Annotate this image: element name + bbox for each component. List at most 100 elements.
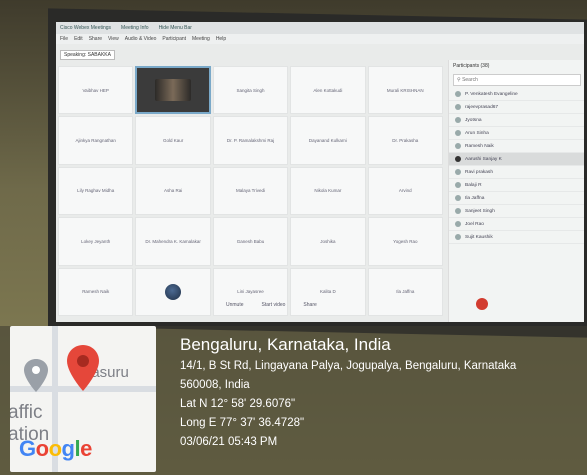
video-tile[interactable]: Vaibhav HEP bbox=[58, 66, 134, 115]
tile-name: Gold Kaur bbox=[162, 138, 184, 144]
share-button[interactable]: Share bbox=[303, 302, 316, 308]
participant-avatar-icon bbox=[455, 234, 461, 240]
participant-avatar-icon bbox=[455, 182, 461, 188]
video-tile[interactable]: Asha Rai bbox=[135, 166, 211, 216]
map-label-traffic: affic bbox=[10, 402, 43, 423]
address-line-2: 560008, India bbox=[180, 379, 250, 391]
participant-row[interactable]: rajeevprasad67 bbox=[449, 101, 584, 114]
participant-row[interactable]: Sujit Kaushik bbox=[449, 231, 584, 244]
menu-view[interactable]: View bbox=[108, 36, 119, 42]
tile-name: Ramesh Naik bbox=[82, 289, 110, 295]
google-logo-text: Google bbox=[19, 436, 92, 461]
video-tile[interactable]: Dr. Mahendra K. Kamalakar bbox=[135, 217, 211, 266]
longitude: Long E 77° 37' 36.4728" bbox=[180, 417, 305, 429]
participant-avatar-icon bbox=[455, 117, 461, 123]
participant-name: Balaji R bbox=[465, 182, 482, 188]
video-tile[interactable]: Kalita D bbox=[290, 267, 366, 316]
video-tile[interactable]: Murali KRISHNAN bbox=[367, 66, 443, 115]
participant-name: Aarushi Sanjay K bbox=[465, 156, 502, 162]
meeting-info-link[interactable]: Meeting Info bbox=[121, 25, 149, 31]
google-logo-letter: e bbox=[80, 436, 92, 461]
participant-row[interactable]: P. Venkatesh Evangeline bbox=[449, 88, 584, 101]
unmute-button[interactable]: Unmute bbox=[226, 302, 244, 308]
menu-share[interactable]: Share bbox=[89, 36, 102, 42]
app-title: Cisco Webex Meetings bbox=[60, 25, 112, 31]
video-tile[interactable]: Sangita Singh bbox=[212, 66, 289, 115]
participant-name: Ila Jaffna bbox=[465, 195, 485, 201]
video-tile[interactable]: Ajinkya Rangnathan bbox=[58, 116, 134, 165]
menu-file[interactable]: File bbox=[60, 36, 68, 42]
participant-name: Ravi prakash bbox=[465, 169, 493, 175]
participant-row[interactable]: Balaji R bbox=[449, 179, 584, 192]
menu-meeting[interactable]: Meeting bbox=[192, 36, 210, 42]
participant-name: rajeevprasad67 bbox=[465, 104, 499, 110]
video-feed bbox=[155, 79, 192, 102]
participants-title: Participants (38) bbox=[453, 63, 490, 69]
video-tile[interactable]: Nikola Kumar bbox=[290, 166, 366, 216]
tile-name: Ila Jaffna bbox=[396, 289, 415, 295]
tile-name: Ajinkya Rangnathan bbox=[75, 138, 116, 144]
active-video-tile[interactable] bbox=[135, 66, 211, 115]
latitude: Lat N 12° 58' 29.6076" bbox=[180, 398, 296, 410]
participant-name: Joel Rao bbox=[465, 221, 484, 227]
participant-avatar-icon bbox=[455, 130, 461, 136]
tile-name: Kalita D bbox=[320, 289, 336, 295]
participant-avatar-icon bbox=[455, 221, 461, 227]
webex-titlebar: Cisco Webex Meetings Meeting Info Hide M… bbox=[56, 22, 584, 34]
tile-name: Dr. P. Ramalakshmi Raj bbox=[226, 138, 275, 144]
video-tile[interactable]: Ganesh Babu bbox=[212, 217, 289, 266]
tile-name: Nikola Kumar bbox=[314, 188, 342, 194]
tile-name: Dr. Mahendra K. Kamalakar bbox=[145, 238, 201, 244]
video-tile[interactable]: Arvind bbox=[367, 166, 443, 216]
participant-avatar-icon bbox=[455, 156, 461, 162]
participant-row[interactable]: Ila Jaffna bbox=[449, 192, 584, 205]
menu-edit[interactable]: Edit bbox=[74, 36, 83, 42]
video-tile[interactable] bbox=[135, 267, 211, 316]
video-tile[interactable]: Ramesh Naik bbox=[58, 267, 134, 316]
participant-row[interactable]: Sanjeet Singh bbox=[449, 205, 584, 218]
participant-row-selected[interactable]: Aarushi Sanjay K bbox=[449, 153, 584, 166]
menu-bar: File Edit Share View Audio & Video Parti… bbox=[56, 34, 584, 44]
participant-search-input[interactable]: ⚲ Search bbox=[453, 74, 581, 86]
participant-row[interactable]: Jyotsna bbox=[449, 114, 584, 127]
tile-name: Malaya Trivedi bbox=[235, 188, 265, 194]
tile-name: Dayanand Kulkarni bbox=[308, 138, 347, 144]
participant-row[interactable]: Joel Rao bbox=[449, 218, 584, 231]
video-grid: Vaibhav HEP Sangita Singh Alen Kottakudi… bbox=[58, 66, 443, 316]
participant-row[interactable]: Arun Sinha bbox=[449, 127, 584, 140]
participant-name: P. Venkatesh Evangeline bbox=[465, 91, 518, 97]
video-tile[interactable]: Alen Kottakudi bbox=[290, 66, 366, 115]
participant-name: Jyotsna bbox=[465, 117, 482, 123]
video-tile[interactable]: Dr. Prakasha bbox=[367, 116, 443, 165]
menu-participant[interactable]: Participant bbox=[162, 36, 186, 42]
video-tile[interactable]: Yogesh Rao bbox=[367, 217, 443, 266]
tile-name: Lini Jayasree bbox=[237, 289, 264, 295]
start-video-button[interactable]: Start video bbox=[262, 302, 286, 308]
tile-name: Joshika bbox=[320, 238, 336, 244]
video-tile[interactable]: Gold Kaur bbox=[135, 116, 211, 165]
end-call-button[interactable] bbox=[476, 298, 488, 310]
video-tile[interactable]: Ila Jaffna bbox=[367, 267, 443, 316]
red-location-pin-icon bbox=[67, 345, 99, 391]
menu-audio-video[interactable]: Audio & Video bbox=[125, 36, 157, 42]
video-tile[interactable]: Lini Jayasree bbox=[212, 267, 289, 316]
participant-avatar-icon bbox=[455, 169, 461, 175]
participant-row[interactable]: Ramesh Naik bbox=[449, 140, 584, 153]
monitor-screen: Cisco Webex Meetings Meeting Info Hide M… bbox=[56, 22, 584, 322]
menu-help[interactable]: Help bbox=[216, 36, 226, 42]
participant-row[interactable]: Ravi prakash bbox=[449, 166, 584, 179]
tile-name: Arvind bbox=[398, 188, 412, 194]
video-tile[interactable]: Malaya Trivedi bbox=[212, 166, 289, 216]
video-tile[interactable]: Lily Raghav Midha bbox=[58, 166, 134, 216]
video-tile[interactable]: Dayanand Kulkarni bbox=[290, 116, 366, 165]
search-placeholder: Search bbox=[462, 77, 478, 83]
participant-avatar-icon bbox=[455, 143, 461, 149]
video-tile[interactable]: Joshika bbox=[290, 217, 366, 266]
hide-menu-bar-link[interactable]: Hide Menu Bar bbox=[159, 25, 192, 31]
participant-name: Sanjeet Singh bbox=[465, 208, 495, 214]
timestamp: 03/06/21 05:43 PM bbox=[180, 436, 278, 448]
video-tile[interactable]: Lokey Jeyanth bbox=[58, 217, 134, 266]
participant-name: Sujit Kaushik bbox=[465, 234, 493, 240]
video-tile[interactable]: Dr. P. Ramalakshmi Raj bbox=[212, 116, 289, 165]
address-line-1: 14/1, B St Rd, Lingayana Palya, Jogupaly… bbox=[180, 360, 517, 372]
